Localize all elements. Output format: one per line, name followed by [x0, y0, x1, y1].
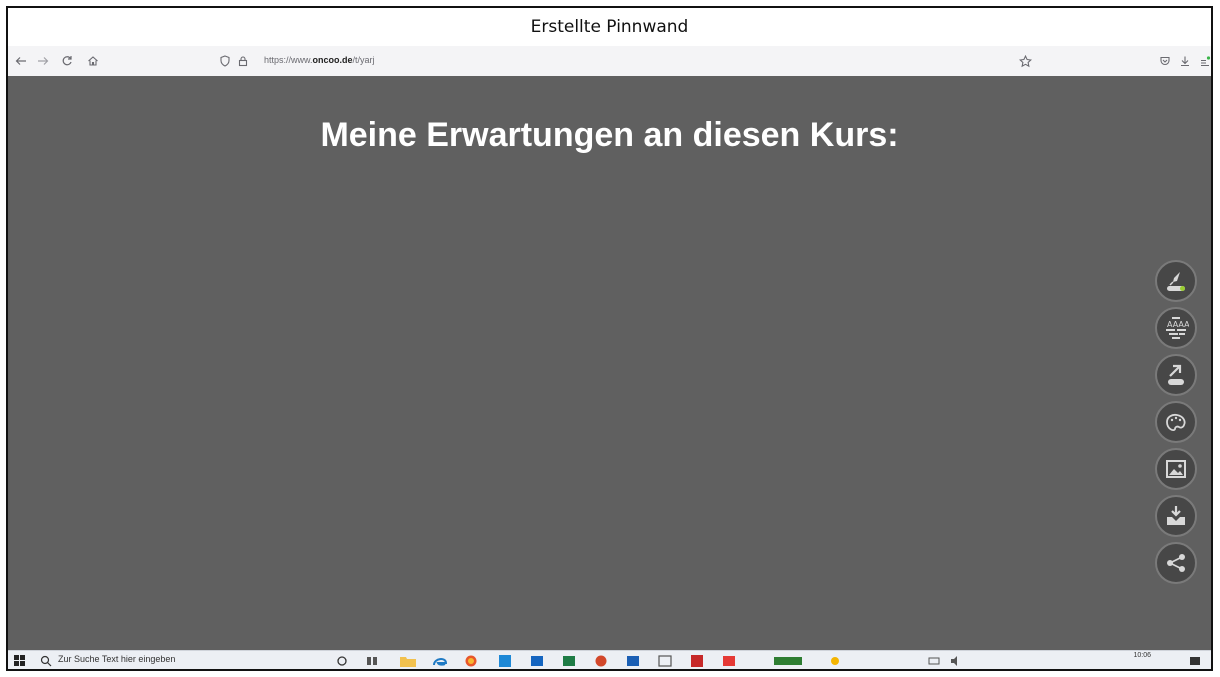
back-icon[interactable]: [12, 52, 30, 70]
file-explorer-icon[interactable]: [400, 654, 416, 667]
lock-icon[interactable]: [234, 52, 252, 70]
downloads-icon[interactable]: [1176, 52, 1194, 70]
pocket-icon[interactable]: [1156, 52, 1174, 70]
windows-taskbar: Zur Suche Text hier eingeben 10:06: [8, 650, 1211, 669]
excel-icon[interactable]: [562, 654, 576, 666]
word-icon[interactable]: [626, 654, 640, 666]
image-icon[interactable]: [1155, 448, 1197, 490]
firefox-icon[interactable]: [464, 654, 478, 667]
url-field[interactable]: https://www.oncoo.de/t/yarj: [264, 55, 375, 65]
share-icon[interactable]: [1155, 542, 1197, 584]
shield-icon[interactable]: [216, 52, 234, 70]
home-icon[interactable]: [84, 52, 102, 70]
calculator-icon[interactable]: [658, 654, 672, 667]
palette-icon[interactable]: [1155, 401, 1197, 443]
export-icon[interactable]: [1155, 354, 1197, 396]
pinboard-canvas[interactable]: Meine Erwartungen an diesen Kurs: AAAA: [8, 76, 1211, 651]
window-title: Erstellte Pinnwand: [530, 17, 689, 37]
task-view-icon[interactable]: [366, 654, 378, 666]
app-green-icon[interactable]: [774, 654, 802, 666]
network-icon[interactable]: [928, 654, 940, 666]
windows-start-icon[interactable]: [14, 654, 26, 666]
search-icon[interactable]: [40, 654, 52, 667]
star-icon[interactable]: [1016, 52, 1034, 70]
rocket-icon[interactable]: [1155, 260, 1197, 302]
window-title-bar: Erstellte Pinnwand: [8, 8, 1211, 46]
download-icon[interactable]: [1155, 495, 1197, 537]
taskbar-search-input[interactable]: Zur Suche Text hier eingeben: [58, 654, 175, 664]
notifications-icon[interactable]: [1189, 654, 1201, 666]
url-path: /t/yarj: [352, 55, 375, 65]
taskbar-clock[interactable]: 10:06: [1133, 652, 1151, 659]
svg-text:AAAA: AAAA: [1167, 320, 1189, 329]
app-red-icon[interactable]: [722, 654, 736, 666]
powerpoint-icon[interactable]: [594, 654, 608, 667]
acrobat-icon[interactable]: [690, 654, 704, 667]
app-blue-icon[interactable]: [498, 654, 512, 667]
reload-icon[interactable]: [58, 52, 76, 70]
screenshot-frame: Erstellte Pinnwand https://www.oncoo.de/…: [6, 6, 1213, 671]
url-domain: oncoo.de: [312, 55, 353, 65]
url-prefix: https://www.: [264, 55, 313, 65]
weather-icon[interactable]: [830, 654, 840, 666]
outlook-icon[interactable]: [530, 654, 544, 666]
extensions-icon[interactable]: [1196, 52, 1211, 70]
text-format-icon[interactable]: AAAA: [1155, 307, 1197, 349]
tool-sidebar: AAAA: [1155, 260, 1203, 589]
volume-icon[interactable]: [950, 654, 962, 666]
browser-toolbar: https://www.oncoo.de/t/yarj: [8, 46, 1211, 77]
forward-icon[interactable]: [34, 52, 52, 70]
edge-browser-icon[interactable]: [432, 654, 448, 666]
cortana-icon[interactable]: [336, 654, 348, 666]
board-title: Meine Erwartungen an diesen Kurs:: [320, 116, 899, 154]
